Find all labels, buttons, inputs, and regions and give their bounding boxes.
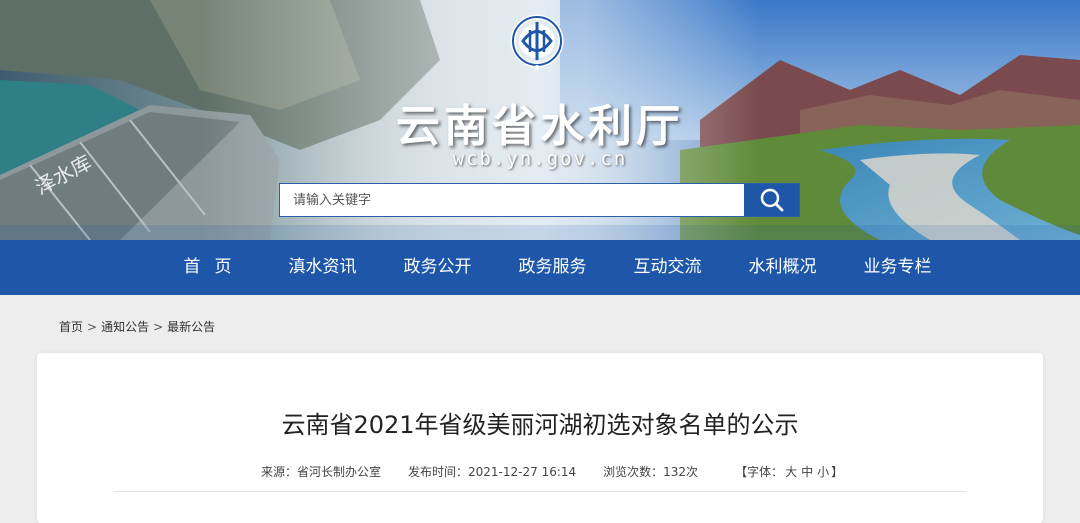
font-size-large-button[interactable]: 大	[785, 465, 797, 479]
breadcrumb-latest[interactable]: 最新公告	[167, 320, 215, 334]
site-domain: wcb.yn.gov.cn	[452, 148, 628, 170]
nav-item-home[interactable]: 首页	[150, 240, 265, 295]
breadcrumb: 首页 > 通知公告 > 最新公告	[59, 318, 215, 335]
breadcrumb-home[interactable]: 首页	[59, 320, 83, 334]
nav-item-interaction[interactable]: 互动交流	[610, 240, 725, 295]
site-title: 云南省水利厅	[396, 101, 684, 152]
article-meta: 来源：省河长制办公室 发布时间：2021-12-27 16:14 浏览次数：13…	[261, 463, 843, 480]
header-banner: 泽水库 云南省水利厅 wcb.yn.gov.cn	[0, 0, 1080, 240]
search-button[interactable]	[744, 184, 799, 216]
font-size-medium-button[interactable]: 中	[801, 465, 813, 479]
main-nav: 首页 滇水资讯 政务公开 政务服务 互动交流 水利概况 业务专栏	[0, 240, 1080, 295]
article-title: 云南省2021年省级美丽河湖初选对象名单的公示	[281, 411, 799, 439]
article-views: 浏览次数：132次	[603, 465, 699, 479]
font-size-control: 【字体：大中小】	[735, 463, 843, 480]
search-icon	[760, 188, 783, 212]
article-card: 云南省2021年省级美丽河湖初选对象名单的公示 来源：省河长制办公室 发布时间：…	[37, 353, 1043, 523]
font-size-small-button[interactable]: 小	[817, 465, 829, 479]
nav-item-government-affairs[interactable]: 政务公开	[380, 240, 495, 295]
breadcrumb-separator: >	[153, 320, 164, 334]
font-size-prefix: 【字体：	[735, 465, 784, 479]
search-input[interactable]	[280, 184, 745, 216]
nav-item-news[interactable]: 滇水资讯	[265, 240, 380, 295]
water-resources-emblem-icon	[510, 14, 564, 70]
font-size-suffix: 】	[831, 465, 844, 479]
article-source: 来源：省河长制办公室	[261, 465, 382, 479]
nav-item-government-services[interactable]: 政务服务	[495, 240, 610, 295]
nav-item-water-overview[interactable]: 水利概况	[725, 240, 840, 295]
search-bar	[279, 183, 800, 217]
breadcrumb-notices[interactable]: 通知公告	[101, 320, 149, 334]
nav-item-business-column[interactable]: 业务专栏	[840, 240, 955, 295]
article-publish-time: 发布时间：2021-12-27 16:14	[408, 465, 577, 479]
divider	[114, 491, 966, 492]
breadcrumb-separator: >	[87, 320, 98, 334]
